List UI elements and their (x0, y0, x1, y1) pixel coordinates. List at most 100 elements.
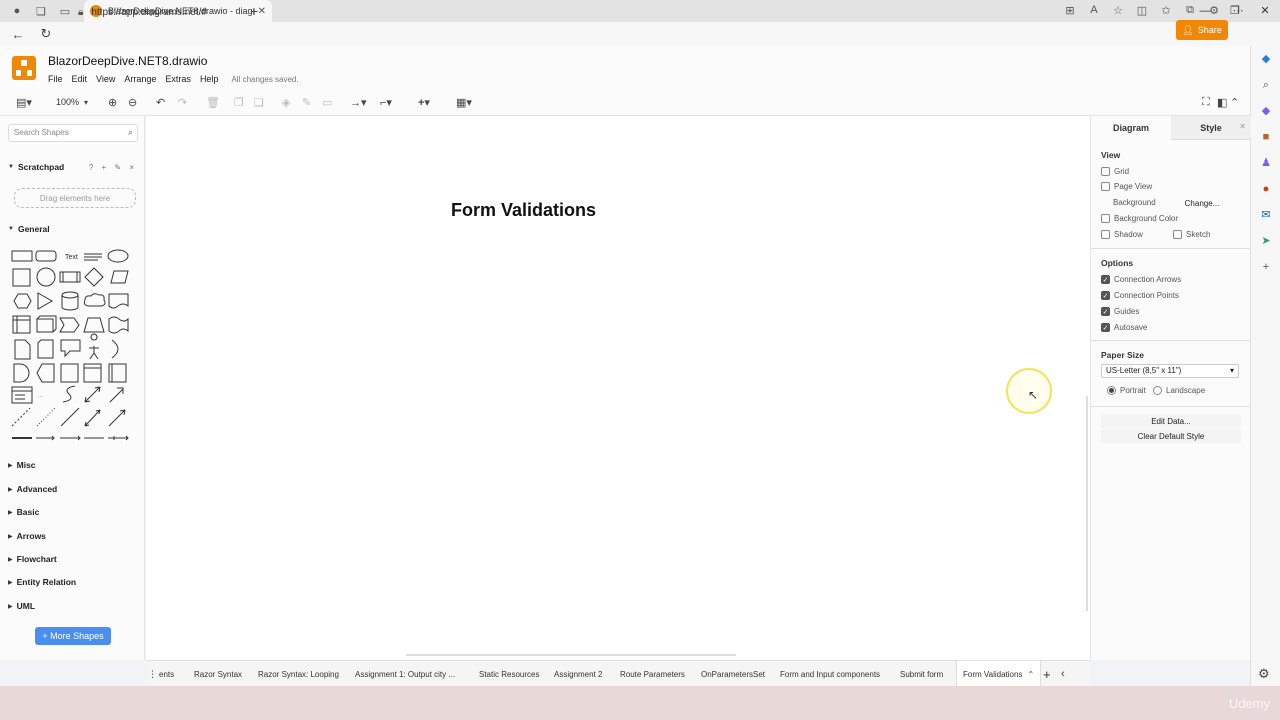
close-panel-icon[interactable]: ✕ (1239, 122, 1246, 131)
zoom-level[interactable]: 100% (56, 97, 79, 107)
split-screen-icon[interactable]: ◫ (1130, 4, 1154, 17)
misc-section[interactable]: ▶ Misc (0, 458, 145, 472)
refresh-icon[interactable]: ↻ (36, 26, 56, 42)
page-tab[interactable]: ents (159, 661, 174, 687)
app-available-icon[interactable]: ⊞ (1058, 4, 1082, 17)
add-sidebar-icon[interactable]: + (1251, 254, 1280, 280)
office-icon[interactable]: ● (1251, 176, 1280, 202)
copilot-icon[interactable]: ◆ (1251, 46, 1280, 72)
page-tab[interactable]: Submit form (900, 661, 943, 687)
waypoints-icon[interactable]: ⌐▾ (380, 96, 392, 109)
change-background-button[interactable]: Change... (1171, 196, 1233, 210)
tab-actions-icon[interactable]: ▭ (58, 4, 72, 18)
checkbox-icon[interactable] (1101, 214, 1110, 223)
page-tab[interactable]: Razor Syntax: Looping (258, 661, 339, 687)
delete-icon[interactable]: 🗑︎ (206, 96, 220, 109)
more-shapes-button[interactable]: + More Shapes (35, 627, 111, 645)
add-page-icon[interactable]: + (1043, 661, 1051, 687)
undo-icon[interactable]: ↶ (156, 96, 165, 109)
shadow-icon[interactable]: ▭ (322, 96, 332, 109)
checkbox-icon[interactable] (1101, 182, 1110, 191)
share-button[interactable]: 👤︎ Share (1176, 20, 1228, 40)
more-menu-icon[interactable]: ⋯ (1226, 4, 1250, 17)
checkmark-icon[interactable]: ✓ (1101, 307, 1110, 316)
connection-points-checkbox[interactable]: ✓ Connection Points (1101, 291, 1179, 300)
lock-icon[interactable]: 🔒︎ (78, 7, 83, 18)
tools-icon[interactable]: ■ (1251, 124, 1280, 150)
shopping-icon[interactable]: ◆ (1251, 98, 1280, 124)
scratchpad-section[interactable]: ▼ Scratchpad ? + ✎ × (0, 160, 145, 174)
page-tab[interactable]: Form and Input components (780, 661, 880, 687)
edit-data-button[interactable]: Edit Data... (1101, 414, 1241, 428)
checkbox-icon[interactable] (1173, 230, 1182, 239)
search-icon[interactable]: ⌕ (1251, 72, 1280, 98)
vertical-scrollbar[interactable] (1086, 396, 1088, 611)
pages-menu-icon[interactable]: ⋮ (148, 661, 157, 687)
clear-default-style-button[interactable]: Clear Default Style (1101, 429, 1241, 443)
guides-checkbox[interactable]: ✓ Guides (1101, 307, 1139, 316)
page-tab[interactable]: Razor Syntax (194, 661, 242, 687)
autosave-checkbox[interactable]: ✓ Autosave (1101, 323, 1147, 332)
format-panel-icon[interactable]: ▤▾ (16, 96, 32, 109)
insert-icon[interactable]: +▾ (418, 96, 430, 109)
page-view-checkbox[interactable]: Page View (1101, 182, 1152, 191)
file-title[interactable]: BlazorDeepDive.NET8.drawio (48, 54, 207, 68)
back-icon[interactable]: ← (8, 27, 28, 42)
zoom-out-icon[interactable]: ⊖ (128, 96, 137, 109)
menu-file[interactable]: File (48, 74, 63, 84)
close-window-icon[interactable]: ✕ (1250, 0, 1280, 22)
page-tab[interactable]: Assignment 2 (554, 661, 602, 687)
portrait-radio[interactable]: Portrait (1107, 386, 1146, 395)
uml-section[interactable]: ▶ UML (0, 599, 145, 613)
table-icon[interactable]: ▦▾ (456, 96, 472, 109)
fill-color-icon[interactable]: ◈ (282, 96, 290, 109)
collections-icon[interactable]: ⧉ (1178, 4, 1202, 17)
entity-relation-section[interactable]: ▶ Entity Relation (0, 575, 145, 589)
landscape-radio[interactable]: Landscape (1153, 386, 1205, 395)
radio-selected-icon[interactable] (1107, 386, 1116, 395)
close-tab-icon[interactable]: ✕ (258, 6, 266, 17)
favorite-star-icon[interactable]: ☆ (1106, 4, 1130, 17)
tab-diagram[interactable]: Diagram (1091, 116, 1171, 140)
connection-icon[interactable]: →▾ (350, 96, 367, 109)
horizontal-scrollbar[interactable] (406, 654, 736, 656)
outlook-icon[interactable]: ✉ (1251, 202, 1280, 228)
read-aloud-icon[interactable]: A (1082, 4, 1106, 17)
to-front-icon[interactable]: ❐ (234, 96, 244, 109)
extensions-icon[interactable]: ⚙ (1202, 4, 1226, 17)
favorites-icon[interactable]: ✩ (1154, 4, 1178, 17)
diagram-title-text[interactable]: Form Validations (451, 200, 596, 221)
page-tab[interactable]: OnParametersSet (701, 661, 765, 687)
diagram-canvas[interactable]: Form Validations ↖ (146, 116, 1090, 660)
menu-extras[interactable]: Extras (165, 74, 191, 84)
url-field[interactable]: 🔒︎ https://app.diagrams.net/# (78, 4, 207, 20)
grid-checkbox[interactable]: Grid (1101, 167, 1129, 176)
general-section[interactable]: ▼ General (0, 222, 145, 236)
shadow-checkbox[interactable]: Shadow (1101, 230, 1143, 239)
zoom-in-icon[interactable]: ⊕ (108, 96, 117, 109)
games-icon[interactable]: ♟ (1251, 150, 1280, 176)
flowchart-section[interactable]: ▶ Flowchart (0, 552, 145, 566)
menu-arrange[interactable]: Arrange (124, 74, 156, 84)
scratchpad-tools[interactable]: ? + ✎ × (89, 163, 137, 172)
basic-section[interactable]: ▶ Basic (0, 505, 145, 519)
page-tab[interactable]: Static Resources (479, 661, 539, 687)
menu-help[interactable]: Help (200, 74, 219, 84)
toggle-panel-icon[interactable]: ◧ (1217, 96, 1227, 109)
arrows-section[interactable]: ▶ Arrows (0, 529, 145, 543)
checkbox-icon[interactable] (1101, 230, 1110, 239)
page-tab[interactable]: Route Parameters (620, 661, 685, 687)
send-icon[interactable]: ➤ (1251, 228, 1280, 254)
menu-view[interactable]: View (96, 74, 115, 84)
zoom-dropdown-icon[interactable]: ▾ (84, 98, 88, 107)
search-shapes-input[interactable]: Search Shapes ⌕ (8, 124, 138, 142)
paper-size-select[interactable]: US-Letter (8,5" x 11") ▾ (1101, 364, 1239, 378)
page-tab-active[interactable]: Form Validations ⌃ (956, 661, 1042, 687)
connection-arrows-checkbox[interactable]: ✓ Connection Arrows (1101, 275, 1181, 284)
chevron-up-icon[interactable]: ⌃ (1027, 670, 1034, 679)
new-tab-icon[interactable]: + (250, 3, 258, 19)
checkmark-icon[interactable]: ✓ (1101, 291, 1110, 300)
search-icon[interactable]: ⌕ (128, 127, 133, 138)
menu-edit[interactable]: Edit (72, 74, 88, 84)
advanced-section[interactable]: ▶ Advanced (0, 482, 145, 496)
